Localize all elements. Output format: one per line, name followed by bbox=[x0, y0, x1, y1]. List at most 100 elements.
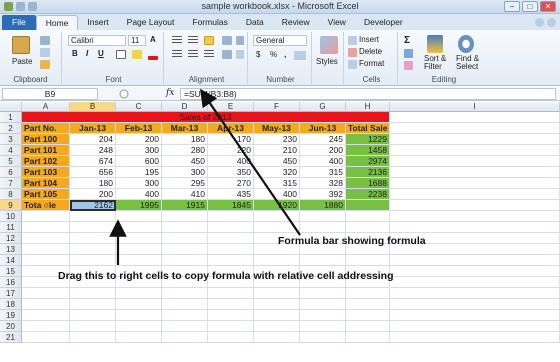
grid-cell[interactable] bbox=[346, 255, 390, 266]
sort-filter-icon[interactable] bbox=[427, 35, 443, 53]
grid-cell[interactable] bbox=[300, 211, 346, 222]
paste-button[interactable]: Paste bbox=[12, 57, 32, 66]
column-header[interactable]: D bbox=[162, 102, 208, 112]
grow-font-button[interactable]: A bbox=[150, 35, 156, 44]
header-cell[interactable]: Part No. bbox=[22, 123, 70, 134]
styles-button[interactable]: Styles bbox=[316, 57, 338, 66]
row-header[interactable]: 5 bbox=[0, 156, 22, 167]
formula-buttons[interactable] bbox=[118, 88, 158, 100]
minimize-button[interactable]: – bbox=[504, 1, 520, 12]
grid-cell[interactable] bbox=[22, 321, 70, 332]
data-cell[interactable]: 204 bbox=[70, 134, 116, 145]
grid-cell[interactable] bbox=[22, 255, 70, 266]
row-header[interactable]: 9 bbox=[0, 200, 22, 211]
grid-cell[interactable] bbox=[390, 200, 560, 211]
column-header[interactable]: I bbox=[390, 102, 560, 112]
align-right-icon[interactable] bbox=[204, 50, 214, 59]
grid-cell[interactable] bbox=[390, 310, 560, 321]
grid-cell[interactable] bbox=[70, 288, 116, 299]
row-header[interactable]: 11 bbox=[0, 222, 22, 233]
data-cell[interactable]: 1995 bbox=[116, 200, 162, 211]
grid-cell[interactable] bbox=[390, 299, 560, 310]
tab-developer[interactable]: Developer bbox=[355, 15, 412, 30]
selected-cell-b9[interactable]: 2162 bbox=[70, 200, 116, 211]
header-cell[interactable]: Total Sale bbox=[346, 123, 390, 134]
row-header[interactable]: 15 bbox=[0, 266, 22, 277]
grid-cell[interactable] bbox=[162, 244, 208, 255]
grid-cell[interactable] bbox=[346, 310, 390, 321]
grid-cell[interactable] bbox=[300, 321, 346, 332]
grid-cell[interactable] bbox=[254, 310, 300, 321]
grid-cell[interactable] bbox=[390, 222, 560, 233]
tab-data[interactable]: Data bbox=[237, 15, 273, 30]
grid-cell[interactable] bbox=[300, 222, 346, 233]
orientation-icon[interactable] bbox=[222, 36, 232, 45]
grid-cell[interactable] bbox=[390, 167, 560, 178]
data-cell[interactable]: Part 105 bbox=[22, 189, 70, 200]
data-cell[interactable]: Part 102 bbox=[22, 156, 70, 167]
grid-cell[interactable] bbox=[346, 211, 390, 222]
data-cell[interactable]: 315 bbox=[254, 178, 300, 189]
data-cell[interactable]: 435 bbox=[208, 189, 254, 200]
grid-cell[interactable] bbox=[390, 112, 560, 123]
data-cell[interactable]: 1880 bbox=[300, 200, 346, 211]
data-cell[interactable]: Part 100 bbox=[22, 134, 70, 145]
data-cell[interactable]: 410 bbox=[162, 189, 208, 200]
tab-page-layout[interactable]: Page Layout bbox=[118, 15, 184, 30]
row-header[interactable]: 2 bbox=[0, 123, 22, 134]
row-header[interactable]: 17 bbox=[0, 288, 22, 299]
grid-cell[interactable] bbox=[390, 332, 560, 343]
grid-cell[interactable] bbox=[116, 211, 162, 222]
grid-cell[interactable] bbox=[70, 321, 116, 332]
autosum-button[interactable]: Σ bbox=[404, 35, 410, 46]
grid-cell[interactable] bbox=[162, 222, 208, 233]
align-left-icon[interactable] bbox=[172, 50, 182, 59]
row-header[interactable]: 16 bbox=[0, 277, 22, 288]
grid-cell[interactable] bbox=[162, 288, 208, 299]
grid-cell[interactable] bbox=[116, 255, 162, 266]
grid-cell[interactable] bbox=[300, 288, 346, 299]
ribbon-minimize-icon[interactable] bbox=[547, 18, 556, 27]
row-header[interactable]: 1 bbox=[0, 112, 22, 123]
data-cell[interactable]: 280 bbox=[162, 145, 208, 156]
align-center-icon[interactable] bbox=[188, 50, 198, 59]
grid-cell[interactable] bbox=[300, 299, 346, 310]
tab-formulas[interactable]: Formulas bbox=[183, 15, 236, 30]
align-top-icon[interactable] bbox=[172, 36, 182, 45]
sheet-title[interactable]: Sales of 2013 bbox=[22, 112, 390, 123]
decimal-icon[interactable] bbox=[294, 51, 306, 60]
data-cell[interactable]: 245 bbox=[300, 134, 346, 145]
data-cell[interactable] bbox=[346, 200, 390, 211]
data-cell[interactable]: 2136 bbox=[346, 167, 390, 178]
cut-icon[interactable] bbox=[40, 36, 50, 45]
row-header[interactable]: 12 bbox=[0, 233, 22, 244]
column-header[interactable]: B bbox=[70, 102, 116, 112]
grid-cell[interactable] bbox=[346, 332, 390, 343]
data-cell[interactable]: 220 bbox=[208, 145, 254, 156]
grid-cell[interactable] bbox=[116, 332, 162, 343]
percent-button[interactable]: % bbox=[270, 50, 277, 59]
grid-cell[interactable] bbox=[22, 332, 70, 343]
data-cell[interactable]: 170 bbox=[208, 134, 254, 145]
data-cell[interactable]: 180 bbox=[162, 134, 208, 145]
grid-cell[interactable] bbox=[390, 156, 560, 167]
grid-cell[interactable] bbox=[208, 211, 254, 222]
data-cell[interactable]: 1688 bbox=[346, 178, 390, 189]
data-cell[interactable]: 248 bbox=[70, 145, 116, 156]
grid-cell[interactable] bbox=[254, 321, 300, 332]
data-cell[interactable]: 1458 bbox=[346, 145, 390, 156]
data-cell[interactable]: Part 104 bbox=[22, 178, 70, 189]
grid-cell[interactable] bbox=[346, 299, 390, 310]
data-cell[interactable]: 320 bbox=[254, 167, 300, 178]
grid-cell[interactable] bbox=[22, 310, 70, 321]
data-cell[interactable]: 400 bbox=[208, 156, 254, 167]
tab-insert[interactable]: Insert bbox=[78, 15, 117, 30]
grid-cell[interactable] bbox=[162, 233, 208, 244]
data-cell[interactable]: 450 bbox=[254, 156, 300, 167]
column-header[interactable]: A bbox=[22, 102, 70, 112]
insert-function-button[interactable]: fx bbox=[166, 88, 174, 98]
grid-cell[interactable] bbox=[254, 255, 300, 266]
data-cell[interactable]: 230 bbox=[254, 134, 300, 145]
grid-cell[interactable] bbox=[390, 321, 560, 332]
grid-cell[interactable] bbox=[390, 211, 560, 222]
